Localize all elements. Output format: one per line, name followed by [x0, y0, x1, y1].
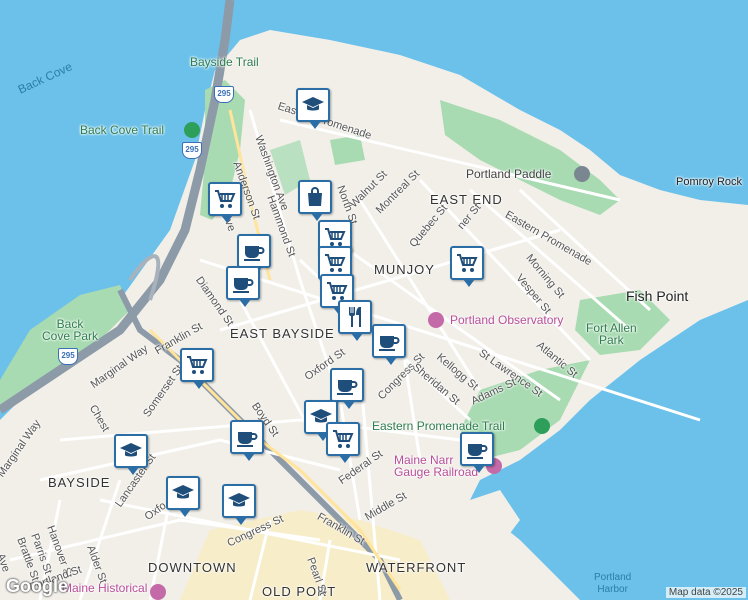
- coffee-cup-icon: [231, 271, 255, 295]
- grocery-marker[interactable]: [450, 246, 484, 287]
- shopping-cart-icon: [323, 251, 347, 275]
- shopping-bag-icon: [303, 185, 327, 209]
- munjoy-label: MUNJOY: [374, 262, 435, 277]
- coffee-cup-icon: [377, 329, 401, 353]
- grocery-marker[interactable]: [326, 422, 360, 463]
- bayside-trail-label[interactable]: Bayside Trail: [190, 56, 259, 68]
- cafe-marker[interactable]: [460, 432, 494, 473]
- fort-allen-park-label: Fort Allen Park: [586, 321, 637, 347]
- shopping-cart-icon: [455, 251, 479, 275]
- highway-shield-icon: 295: [214, 86, 234, 103]
- museum-pin-icon[interactable]: [428, 312, 444, 328]
- back-cove-trail-label[interactable]: Back Cove Trail: [80, 124, 164, 136]
- trail-pin-icon[interactable]: [534, 418, 550, 434]
- graduation-cap-icon: [227, 489, 251, 513]
- cafe-marker[interactable]: [330, 368, 364, 409]
- map-canvas[interactable]: Back Cove Portland Harbor EAST END MUNJO…: [0, 0, 748, 600]
- downtown-label: DOWNTOWN: [148, 560, 237, 575]
- cafe-marker[interactable]: [230, 420, 264, 461]
- portland-observatory-label[interactable]: Portland Observatory: [450, 314, 563, 326]
- portland-harbor-label: Portland Harbor: [594, 572, 632, 595]
- highway-shield-icon: 295: [58, 348, 78, 365]
- school-marker[interactable]: [296, 88, 330, 129]
- eastern-promenade-trail-label[interactable]: Eastern Promenade Trail: [372, 420, 505, 432]
- coffee-cup-icon: [465, 437, 489, 461]
- google-logo: Google: [6, 576, 68, 596]
- fork-knife-icon: [343, 305, 367, 329]
- school-marker[interactable]: [114, 434, 148, 475]
- graduation-cap-icon: [119, 439, 143, 463]
- cafe-marker[interactable]: [226, 266, 260, 307]
- map-attribution[interactable]: Map data ©2025: [665, 587, 746, 598]
- school-marker[interactable]: [166, 476, 200, 517]
- portland-paddle-label[interactable]: Portland Paddle: [466, 168, 551, 180]
- pomroy-rock-label: Pomroy Rock: [676, 176, 743, 188]
- shopping-cart-icon: [185, 353, 209, 377]
- park-pin-icon[interactable]: [184, 122, 200, 138]
- shopping-marker[interactable]: [298, 180, 332, 221]
- graduation-cap-icon: [171, 481, 195, 505]
- historical-pin-icon[interactable]: [150, 584, 166, 600]
- activity-pin-icon[interactable]: [574, 166, 590, 182]
- restaurant-marker[interactable]: [338, 300, 372, 341]
- graduation-cap-icon: [301, 93, 325, 117]
- coffee-cup-icon: [335, 373, 359, 397]
- coffee-cup-icon: [235, 425, 259, 449]
- bayside-label: BAYSIDE: [48, 475, 111, 490]
- maine-historical-label[interactable]: Maine Historical: [62, 582, 147, 594]
- grocery-marker[interactable]: [180, 348, 214, 389]
- fish-point-label: Fish Point: [626, 288, 689, 304]
- coffee-cup-icon: [242, 239, 266, 263]
- highway-shield-icon: 295: [182, 142, 202, 159]
- shopping-cart-icon: [331, 427, 355, 451]
- back-cove-park-label: Back Cove Park: [42, 317, 99, 343]
- school-marker[interactable]: [222, 484, 256, 525]
- cafe-marker[interactable]: [372, 324, 406, 365]
- grocery-marker[interactable]: [208, 182, 242, 223]
- waterfront-label: WATERFRONT: [366, 560, 467, 575]
- shopping-cart-icon: [213, 187, 237, 211]
- east-bayside-label: EAST BAYSIDE: [230, 326, 335, 341]
- cafe-marker[interactable]: [237, 234, 271, 275]
